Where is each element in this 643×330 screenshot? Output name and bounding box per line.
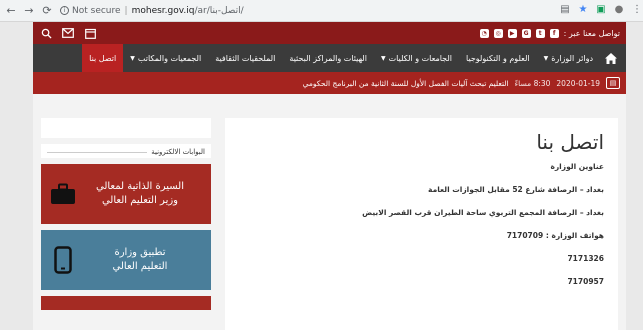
profile-icon[interactable]: ● [613,3,625,15]
menu-icon[interactable]: ⋮ [631,3,643,15]
news-ticker: ▤ 2020-01-19 8:30 مساءً التعليم تبحث آلي… [33,72,626,94]
calendar-icon[interactable] [83,26,97,40]
content-area: البوابات الالكترونية السيرة الذاتية لمعا… [33,108,626,330]
nav-item-research-centers[interactable]: الهيئات والمراكز البحثية [282,44,374,72]
url-host: mohesr.gov.iq [131,5,195,16]
top-bar: تواصل معنا عبر : f t G ▶ ◎ ◔ [33,22,626,44]
extensions-area: ▤ ★ ▣ ● ⋮ [559,3,643,15]
address-line-2: بغداد – الرصافة المجمع التربوي ساحة الطي… [362,208,604,217]
star-icon[interactable]: ★ [577,3,589,15]
google-plus-icon[interactable]: G [521,28,531,38]
nav-item-contact-us[interactable]: اتصل بنا [82,44,124,72]
ticker-date: 2020-01-19 [556,78,600,88]
address-bar[interactable]: i Not secure | mohesr.gov.iq /ar/اتصل-بن… [60,6,244,16]
ticker-time: 8:30 مساءً [514,78,551,88]
facebook-icon[interactable]: f [549,28,559,38]
top-bar-tools [39,26,97,40]
twitter-icon[interactable]: t [535,28,545,38]
minister-cv-line2: وزير التعليم العالي [101,195,179,206]
main-navigation: دوائر الوزارة ▼ العلوم و التكنولوجيا الجا… [33,44,626,72]
web-page: تواصل معنا عبر : f t G ▶ ◎ ◔ دوائر الوزا… [33,22,626,330]
ministry-app-tile[interactable]: تطبيق وزارة التعليم العالي [41,230,211,290]
chevron-down-icon: ▼ [543,54,549,62]
rss-icon[interactable]: ◔ [479,28,489,38]
translate-icon[interactable]: ▤ [559,3,571,15]
chevron-down-icon: ▼ [130,54,135,62]
ticker-headline[interactable]: التعليم تبحث آليات الفصل الأول للسنة الث… [303,79,509,88]
url-path: /ar/اتصل-بنا/ [194,5,244,16]
extension-icon[interactable]: ▣ [595,3,607,15]
page-title: اتصل بنا [536,130,604,154]
forward-icon[interactable]: → [22,4,36,18]
nav-item-cultural-attaches[interactable]: الملحقيات الثقافية [208,44,282,72]
mail-icon[interactable] [61,26,75,40]
instagram-icon[interactable]: ◎ [493,28,503,38]
nav-item-universities[interactable]: الجامعات و الكليات ▼ [374,44,459,72]
nav-item-science-technology[interactable]: العلوم و التكنولوجيا [459,44,537,72]
nav-item-associations[interactable]: الجمعيات والمكاتب ▼ [123,44,208,72]
back-icon[interactable]: ← [4,4,18,18]
info-icon[interactable]: i [60,6,69,15]
search-icon[interactable] [39,26,53,40]
not-secure-label: Not secure [72,5,121,16]
phone-line-2: 7171326 [567,254,604,263]
addresses-heading: عناوين الوزارة [550,162,604,171]
home-icon[interactable] [600,44,622,72]
phone-line-1: هواتف الوزارة : 7170709 [506,231,604,240]
briefcase-icon [49,180,77,208]
minister-cv-tile[interactable]: السيرة الذاتية لمعالي وزير التعليم العال… [41,164,211,224]
phone-line-3: 7170957 [567,277,604,286]
youtube-icon[interactable]: ▶ [507,28,517,38]
portals-header: البوابات الالكترونية [41,144,211,158]
chevron-down-icon: ▼ [380,54,386,62]
mobile-phone-icon [49,246,77,274]
main-content: اتصل بنا عناوين الوزارة بغداد – الرصافة … [225,118,618,330]
portal-tile-partial[interactable] [41,296,211,310]
nav-item-ministry-departments[interactable]: دوائر الوزارة ▼ [537,44,600,72]
portals-title: البوابات الالكترونية [151,148,205,156]
browser-toolbar: ← → ⟳ i Not secure | mohesr.gov.iq /ar/ا… [0,0,643,22]
address-line-1: بغداد – الرصافة شارع 52 مقابل الجوازات ا… [428,185,604,194]
sidebar-search-box [41,118,211,138]
social-links: تواصل معنا عبر : f t G ▶ ◎ ◔ [479,28,620,38]
ministry-app-line1: تطبيق وزارة [114,247,166,258]
ticker-icon[interactable]: ▤ [606,77,620,89]
sidebar: البوابات الالكترونية السيرة الذاتية لمعا… [41,118,211,330]
ministry-app-line2: التعليم العالي [112,261,168,272]
contact-label: تواصل معنا عبر : [563,28,620,38]
minister-cv-line1: السيرة الذاتية لمعالي [96,181,184,192]
reload-icon[interactable]: ⟳ [40,4,54,18]
